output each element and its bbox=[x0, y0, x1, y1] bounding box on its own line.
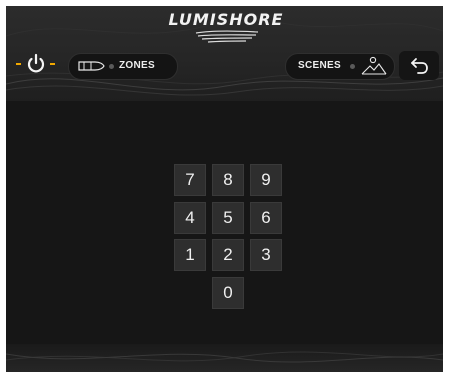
key-3[interactable]: 3 bbox=[250, 239, 282, 271]
key-4[interactable]: 4 bbox=[174, 202, 206, 234]
footer-wave-decoration bbox=[6, 351, 443, 363]
key-8[interactable]: 8 bbox=[212, 164, 244, 196]
key-2[interactable]: 2 bbox=[212, 239, 244, 271]
key-7[interactable]: 7 bbox=[174, 164, 206, 196]
numeric-keypad: 7 8 9 4 5 6 1 2 3 0 bbox=[6, 6, 443, 372]
key-1[interactable]: 1 bbox=[174, 239, 206, 271]
key-5[interactable]: 5 bbox=[212, 202, 244, 234]
key-9[interactable]: 9 bbox=[250, 164, 282, 196]
footer-bar bbox=[6, 344, 443, 372]
key-6[interactable]: 6 bbox=[250, 202, 282, 234]
key-0[interactable]: 0 bbox=[212, 277, 244, 309]
app-screen: LUMISHORE ZONES SCENES 7 8 9 4 5 6 1 2 3… bbox=[6, 6, 443, 372]
